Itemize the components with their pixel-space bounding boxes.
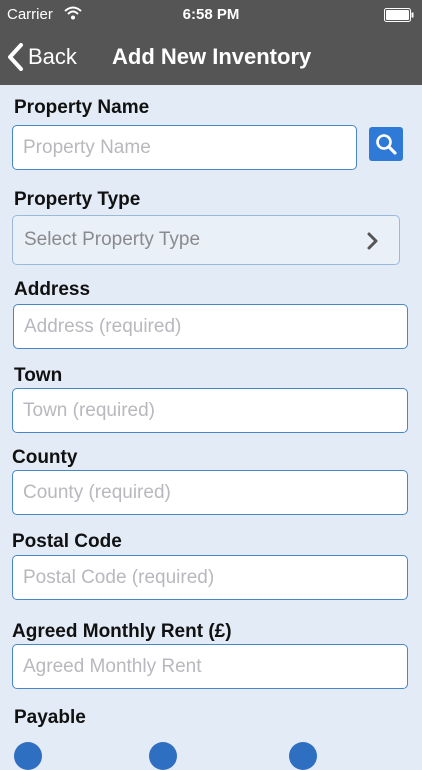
property-type-select[interactable]: Select Property Type <box>12 215 400 265</box>
status-time: 6:58 PM <box>182 6 240 23</box>
property-name-input[interactable] <box>12 125 357 170</box>
postal-code-input[interactable] <box>12 555 408 600</box>
chevron-right-icon <box>367 232 378 250</box>
payable-option-2-radio[interactable] <box>149 742 177 770</box>
search-button[interactable] <box>369 127 403 161</box>
back-button-label: Back <box>28 44 77 69</box>
property-type-value: Select Property Type <box>24 229 201 250</box>
payable-label: Payable <box>14 707 86 728</box>
payable-option-3-radio[interactable] <box>289 742 317 770</box>
status-bar: Carrier 6:58 PM <box>0 0 422 30</box>
monthly-rent-input[interactable] <box>12 644 408 689</box>
search-icon <box>376 134 397 155</box>
payable-option-1-radio[interactable] <box>14 742 42 770</box>
chevron-left-icon <box>8 43 23 71</box>
address-input[interactable] <box>13 304 408 349</box>
town-input[interactable] <box>12 388 408 433</box>
navigation-bar: Back Add New Inventory <box>0 30 422 85</box>
battery-icon <box>384 8 414 22</box>
address-label: Address <box>14 279 91 300</box>
monthly-rent-label: Agreed Monthly Rent (£) <box>12 621 232 642</box>
town-label: Town <box>14 365 63 386</box>
page-title: Add New Inventory <box>112 44 312 69</box>
county-input[interactable] <box>12 470 408 515</box>
back-button[interactable]: Back <box>6 40 77 74</box>
property-type-label: Property Type <box>14 189 141 210</box>
property-name-label: Property Name <box>14 97 150 118</box>
postal-code-label: Postal Code <box>12 531 122 552</box>
county-label: County <box>12 447 78 468</box>
